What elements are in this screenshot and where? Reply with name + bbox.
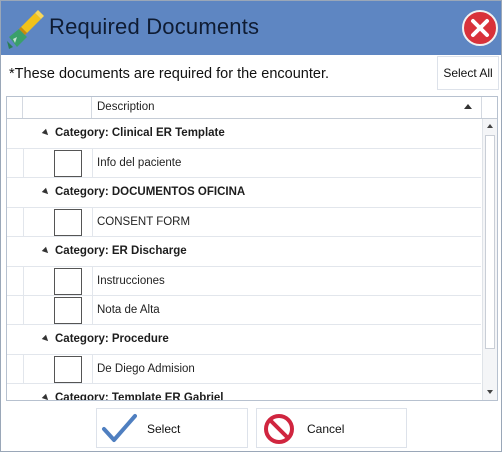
column-header-label: Description xyxy=(97,101,155,113)
scroll-down-button[interactable] xyxy=(483,385,497,399)
expand-arrow-icon[interactable] xyxy=(41,187,51,197)
document-row[interactable]: Info del paciente xyxy=(7,149,481,178)
document-row[interactable]: Nota de Alta xyxy=(7,296,481,325)
row-divider xyxy=(23,208,24,236)
category-row[interactable]: Category: Template ER Gabriel xyxy=(7,384,481,401)
category-label: Category: DOCUMENTOS OFICINA xyxy=(55,186,246,198)
select-button[interactable]: Select xyxy=(96,408,248,448)
header-indent-cell xyxy=(7,97,23,118)
document-row[interactable]: Instrucciones xyxy=(7,267,481,296)
description-column-header[interactable]: Description xyxy=(92,97,482,118)
category-label: Category: ER Discharge xyxy=(55,245,187,257)
header-checkbox-cell xyxy=(23,97,92,118)
title-bar[interactable]: Required Documents xyxy=(1,1,501,55)
row-divider xyxy=(92,208,93,236)
category-row[interactable]: Category: Procedure xyxy=(7,325,481,355)
expand-arrow-icon[interactable] xyxy=(41,128,51,138)
close-icon[interactable] xyxy=(461,9,499,47)
row-divider xyxy=(92,149,93,177)
row-divider xyxy=(23,267,24,295)
cancel-button-label: Cancel xyxy=(307,422,345,436)
document-checkbox[interactable] xyxy=(54,356,82,383)
paint-brush-icon xyxy=(7,10,44,49)
expand-arrow-icon[interactable] xyxy=(41,393,51,400)
row-divider xyxy=(23,355,24,383)
category-row[interactable]: Category: Clinical ER Template xyxy=(7,119,481,149)
select-button-label: Select xyxy=(147,422,181,436)
sort-ascending-icon xyxy=(464,104,472,109)
row-divider xyxy=(92,296,93,324)
document-label: Nota de Alta xyxy=(97,304,160,316)
category-label: Category: Procedure xyxy=(55,333,169,345)
scrollbar-thumb[interactable] xyxy=(485,135,495,349)
grid-rows: Category: Clinical ER Template Info del … xyxy=(7,119,481,401)
document-checkbox[interactable] xyxy=(54,268,82,295)
scroll-up-button[interactable] xyxy=(483,119,497,133)
row-divider xyxy=(92,355,93,383)
row-divider xyxy=(23,296,24,324)
row-divider xyxy=(92,267,93,295)
window-title: Required Documents xyxy=(49,14,260,39)
document-checkbox[interactable] xyxy=(54,150,82,177)
grid-header: Description xyxy=(7,97,497,119)
row-divider xyxy=(23,149,24,177)
document-row[interactable]: De Diego Admision xyxy=(7,355,481,384)
category-row[interactable]: Category: ER Discharge xyxy=(7,237,481,267)
document-checkbox[interactable] xyxy=(54,297,82,324)
prohibited-icon xyxy=(264,414,294,444)
checkmark-icon xyxy=(102,414,137,442)
document-label: CONSENT FORM xyxy=(97,216,191,228)
category-label: Category: Clinical ER Template xyxy=(55,127,225,139)
scroll-down-icon xyxy=(487,390,493,394)
document-row[interactable]: CONSENT FORM xyxy=(7,208,481,237)
header-scroll-cell xyxy=(482,97,497,118)
category-row[interactable]: Category: DOCUMENTOS OFICINA xyxy=(7,178,481,208)
select-all-button[interactable]: Select All xyxy=(437,56,499,90)
document-label: Info del paciente xyxy=(97,157,182,169)
required-documents-dialog: Required Documents *These documents are … xyxy=(0,0,502,452)
vertical-scrollbar[interactable] xyxy=(482,119,497,400)
category-label: Category: Template ER Gabriel xyxy=(55,392,224,401)
document-checkbox[interactable] xyxy=(54,209,82,236)
documents-grid: Description Category: Clinical ER Templa… xyxy=(6,96,498,401)
expand-arrow-icon[interactable] xyxy=(41,246,51,256)
required-notice: *These documents are required for the en… xyxy=(9,66,329,82)
scroll-up-icon xyxy=(487,124,493,128)
document-label: De Diego Admision xyxy=(97,363,195,375)
cancel-button[interactable]: Cancel xyxy=(256,408,407,448)
document-label: Instrucciones xyxy=(97,275,165,287)
expand-arrow-icon[interactable] xyxy=(41,334,51,344)
